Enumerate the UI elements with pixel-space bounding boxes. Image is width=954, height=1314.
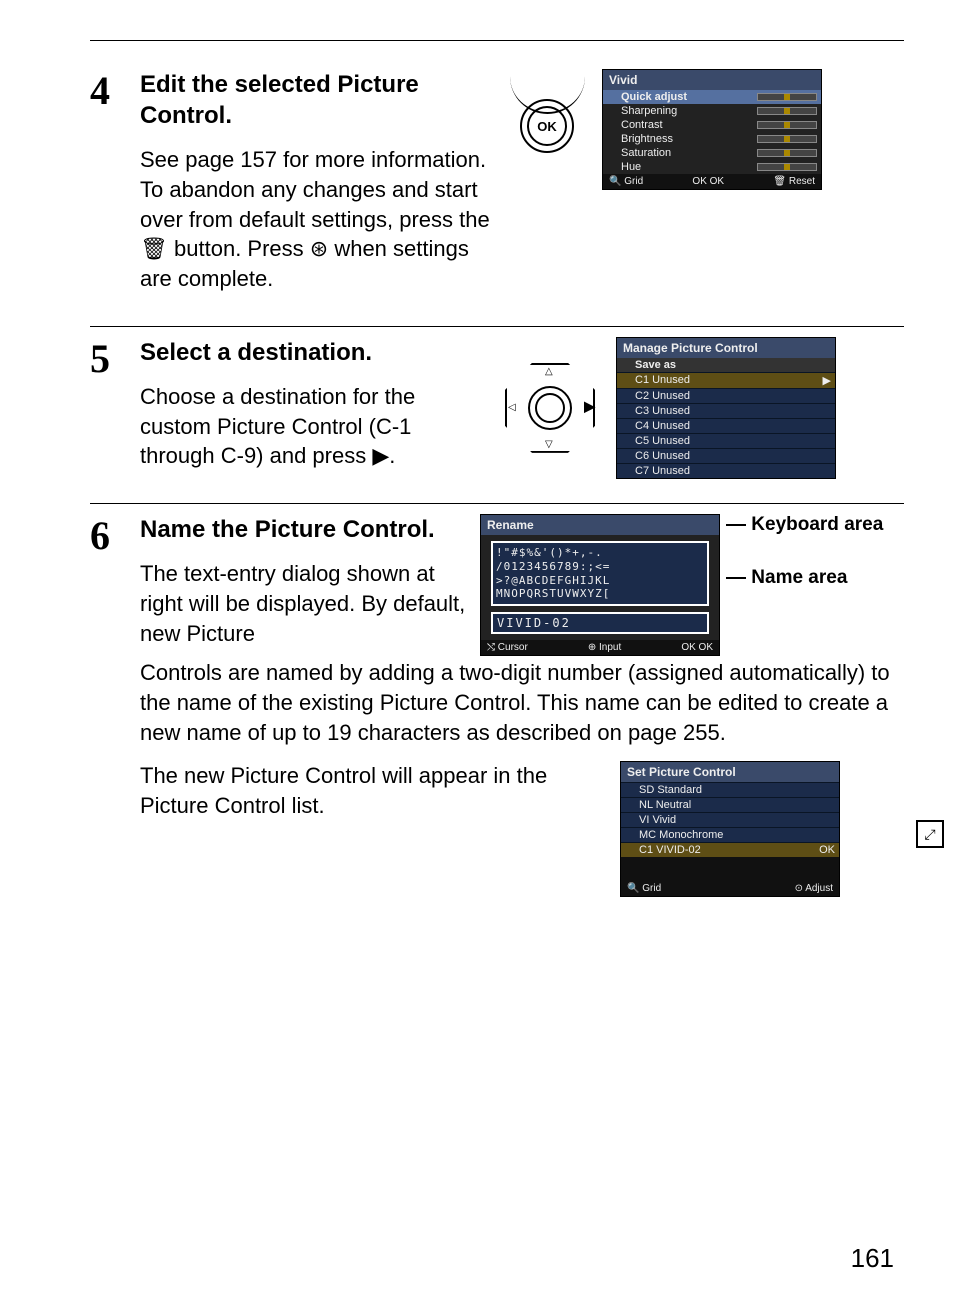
chevron-right-icon: ▶ (823, 374, 831, 387)
step-body-text: Choose a destination for the custom Pict… (140, 382, 490, 471)
name-area-label: Name area (726, 567, 883, 590)
list-item: SD Standard (621, 782, 839, 797)
list-item: C7 Unused (617, 463, 835, 478)
camera-screen-manage: Manage Picture Control Save as C1 Unused… (616, 337, 836, 479)
list-item: C4 Unused (617, 418, 835, 433)
triangle-right-icon: ▶ (584, 398, 595, 415)
step-title: Name the Picture Control. (140, 514, 470, 545)
step-6: 6 Name the Picture Control. The text-ent… (90, 504, 904, 915)
list-item: C1 Unused▶ (617, 372, 835, 388)
menu-item: Quick adjust (621, 91, 687, 103)
menu-item: Contrast (621, 119, 663, 131)
camera-screen-title: Manage Picture Control (617, 338, 835, 358)
triangle-left-icon: ◁ (508, 402, 516, 413)
footer-adjust: ⊙ Adjust (795, 883, 833, 894)
list-item: C5 Unused (617, 433, 835, 448)
footer-reset: 🗑 Reset (773, 176, 815, 187)
page-number: 161 (851, 1243, 894, 1274)
step-5: 5 Select a destination. Choose a destina… (90, 327, 904, 503)
step-body-text: See page 157 for more information. To ab… (140, 145, 490, 293)
triangle-up-icon: △ (545, 366, 553, 377)
menu-item: Sharpening (621, 105, 677, 117)
step-title: Edit the selected Picture Control. (140, 69, 490, 131)
step-4: 4 Edit the selected Picture Control. See… (90, 59, 904, 326)
slider-icon (757, 93, 817, 101)
step-title: Select a destination. (140, 337, 490, 368)
list-item: C6 Unused (617, 448, 835, 463)
camera-screen-rename: Rename !"#$%&'()*+,-. /0123456789:;<= >?… (480, 514, 720, 656)
multiselector-illustration: △ ▽ ◁ ▶ (500, 358, 600, 458)
step-number: 5 (90, 337, 140, 379)
ok-icon: OK (527, 106, 567, 146)
ok-button-illustration: OK (500, 69, 590, 179)
triangle-down-icon: ▽ (545, 439, 553, 450)
name-area: VIVID-02 (491, 612, 709, 634)
camera-screen-title: Rename (481, 515, 719, 535)
menu-item: Hue (621, 161, 641, 173)
slider-icon (757, 107, 817, 115)
slider-icon (757, 135, 817, 143)
footer-input: ⊕ Input (588, 642, 621, 653)
list-item: C2 Unused (617, 388, 835, 403)
step-body-text: The new Picture Control will appear in t… (140, 761, 570, 820)
camera-screen-title: Vivid (603, 70, 821, 90)
menu-item: Brightness (621, 133, 673, 145)
ok-badge: OK (819, 844, 835, 856)
footer-grid: 🔍 Grid (627, 883, 661, 894)
camera-screen-vivid: Vivid Quick adjust Sharpening Contrast B… (602, 69, 822, 190)
footer-ok: OK OK (692, 176, 724, 187)
step-number: 6 (90, 514, 140, 556)
slider-icon (757, 149, 817, 157)
footer-grid: 🔍 Grid (609, 176, 643, 187)
slider-icon (757, 163, 817, 171)
camera-screen-set-picture-control: Set Picture Control SD Standard NL Neutr… (620, 761, 840, 897)
camera-screen-subtitle: Save as (617, 358, 835, 372)
footer-cursor: ⤭ Cursor (487, 642, 528, 653)
camera-screen-title: Set Picture Control (621, 762, 839, 782)
footer-ok: OK OK (681, 642, 713, 653)
keyboard-area-label: Keyboard area (726, 514, 883, 537)
side-tab-icon: ⤢ (916, 820, 944, 848)
step-number: 4 (90, 69, 140, 111)
list-item: C3 Unused (617, 403, 835, 418)
list-item: NL Neutral (621, 797, 839, 812)
list-item: MC Monochrome (621, 827, 839, 842)
list-item: VI Vivid (621, 812, 839, 827)
menu-item: Saturation (621, 147, 671, 159)
step-body-text: The text-entry dialog shown at right wil… (140, 559, 470, 648)
list-item-selected: C1 VIVID-02OK (621, 842, 839, 857)
keyboard-area: !"#$%&'()*+,-. /0123456789:;<= >?@ABCDEF… (491, 541, 709, 606)
step-body-text: Controls are named by adding a two-digit… (140, 658, 904, 747)
slider-icon (757, 121, 817, 129)
